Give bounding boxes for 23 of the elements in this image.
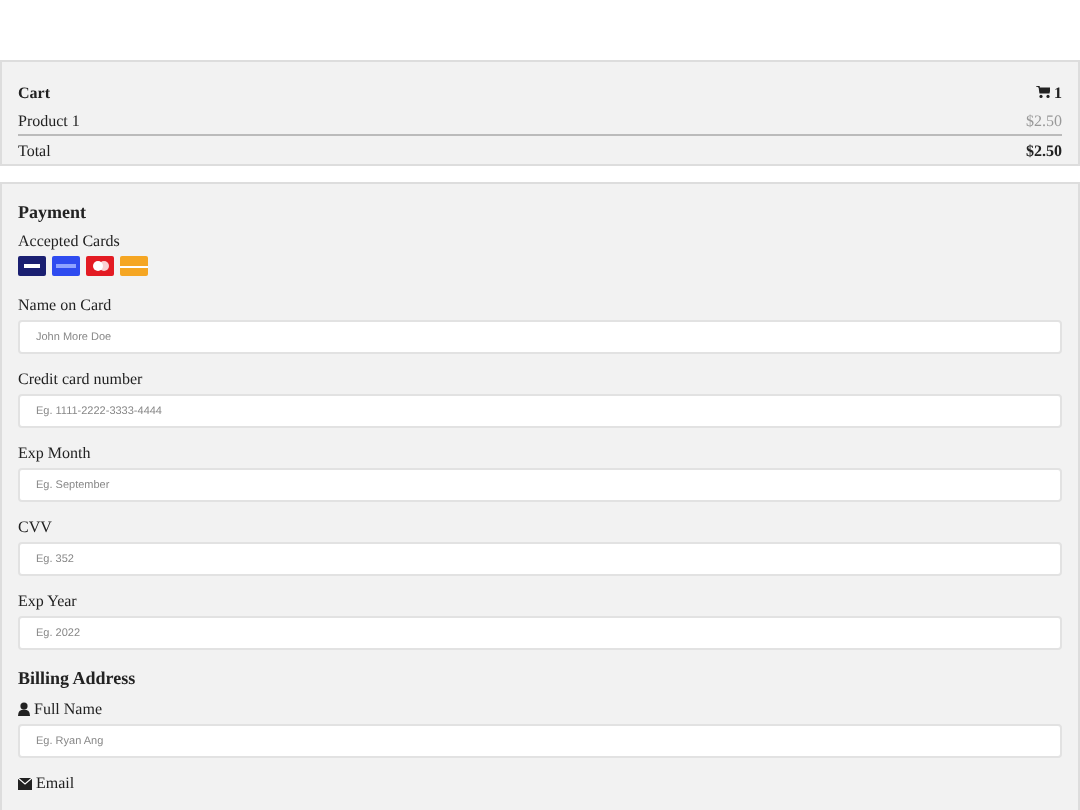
field-label: Email	[36, 774, 75, 792]
field-label: Exp Year	[18, 592, 79, 610]
cart-title: Cart	[18, 83, 50, 101]
billing-title: Billing Address	[18, 668, 138, 688]
credit-card-icon	[120, 256, 148, 276]
field-label: Credit card number	[18, 370, 145, 388]
credit-card-icon	[86, 256, 114, 276]
product-price: $2.50	[1026, 111, 1062, 129]
field-label: Exp Month	[18, 444, 93, 462]
cart-icon	[1036, 86, 1050, 98]
total-label: Total	[18, 141, 51, 159]
field-label: CVV	[18, 518, 54, 536]
product-link[interactable]: Product 1	[18, 111, 80, 129]
total-price: $2.50	[1026, 141, 1062, 159]
credit-card-icon	[18, 256, 46, 276]
credit-card-icon	[52, 256, 80, 276]
user-icon	[18, 702, 30, 716]
cart-count: 1	[1054, 83, 1062, 101]
accepted-cards-label: Accepted Cards	[18, 232, 122, 250]
field-label: Full Name	[34, 700, 102, 718]
envelope-icon	[18, 777, 32, 789]
payment-title: Payment	[18, 202, 88, 222]
field-label: Name on Card	[18, 296, 114, 314]
